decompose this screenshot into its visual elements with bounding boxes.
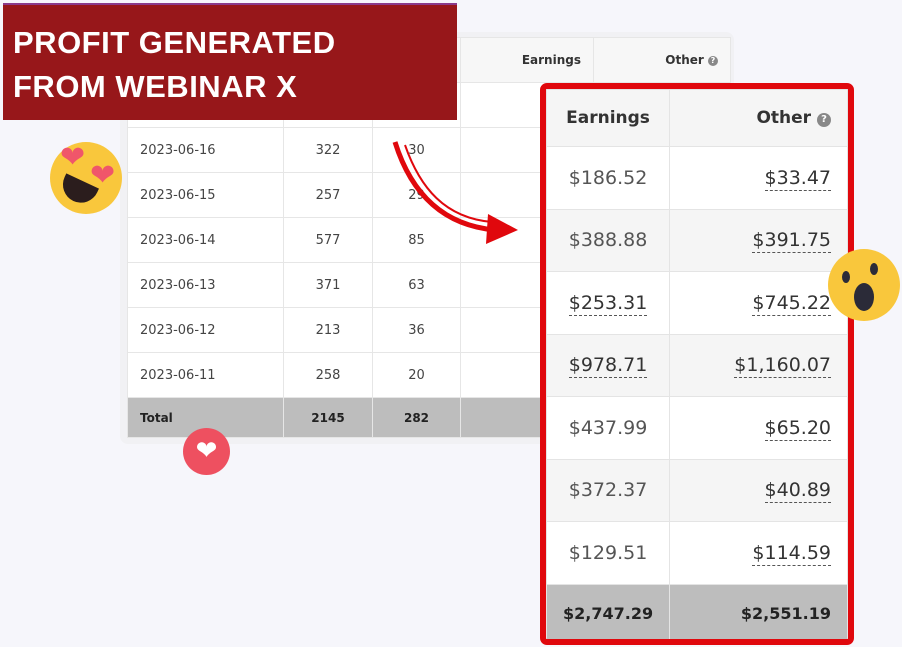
table-cell: 2023-06-11 — [127, 352, 284, 398]
total-other: $2,551.19 — [669, 583, 848, 639]
earnings-value[interactable]: $978.71 — [568, 354, 648, 379]
zoom-row: $388.88 $391.75 — [546, 208, 848, 272]
earnings-value: $388.88 — [568, 229, 648, 252]
earnings-cell: $978.71 — [546, 333, 671, 397]
earnings-cell: $129.51 — [546, 521, 671, 585]
zoom-col-earnings: Earnings — [546, 89, 671, 147]
table-cell: 258 — [283, 352, 373, 398]
zoom-row: $186.52 $33.47 — [546, 146, 848, 210]
other-cell: $114.59 — [669, 521, 848, 585]
zoom-total-row: $2,747.29 $2,551.19 — [546, 583, 848, 639]
zoom-row: $372.37 $40.89 — [546, 458, 848, 522]
col-other-label: Other — [665, 53, 704, 67]
earnings-cell: $437.99 — [546, 396, 671, 460]
table-cell: 2023-06-14 — [127, 217, 284, 263]
col-earnings: Earnings — [460, 37, 594, 83]
earnings-cell: $253.31 — [546, 271, 671, 335]
zoom-col-other: Other ? — [669, 89, 848, 147]
question-circle-icon[interactable]: ? — [708, 56, 718, 66]
question-circle-icon[interactable]: ? — [817, 113, 831, 127]
earnings-value: $437.99 — [568, 416, 648, 439]
earnings-zoom-table: Earnings Other ? $186.52 $33.47 $388.88 $39… — [546, 89, 848, 639]
total-cell: 2145 — [283, 397, 373, 438]
zoom-row: $437.99 $65.20 — [546, 396, 848, 460]
highlight-panel: Earnings Other ? $186.52 $33.47 $388.88 $39… — [540, 83, 854, 645]
other-value-link[interactable]: $745.22 — [752, 291, 831, 316]
earnings-cell: $388.88 — [546, 208, 671, 272]
other-value-link[interactable]: $65.20 — [764, 416, 831, 441]
table-cell: 371 — [283, 262, 373, 308]
earnings-value: $372.37 — [568, 479, 648, 502]
other-cell: $745.22 — [669, 271, 848, 335]
total-cell: 282 — [372, 397, 461, 438]
heart-eyes-emoji-icon: ❤ ❤ — [50, 140, 122, 214]
total-earnings: $2,747.29 — [546, 583, 671, 639]
earnings-value: $129.51 — [568, 541, 648, 564]
other-value-link[interactable]: $40.89 — [764, 479, 831, 504]
col-other: Other ? — [593, 37, 731, 83]
table-cell: 322 — [283, 127, 373, 173]
earnings-value: $186.52 — [568, 166, 648, 189]
banner-line-1: PROFIT GENERATED — [13, 25, 336, 60]
other-cell: $391.75 — [669, 208, 848, 272]
other-cell: $65.20 — [669, 396, 848, 460]
table-cell: 2023-06-12 — [127, 307, 284, 353]
table-cell: 2023-06-16 — [127, 127, 284, 173]
other-value-link[interactable]: $114.59 — [752, 541, 831, 566]
title-banner: PROFIT GENERATED FROM WEBINAR X — [3, 3, 457, 120]
earnings-cell: $372.37 — [546, 458, 671, 522]
table-cell: 36 — [372, 307, 461, 353]
table-cell: 577 — [283, 217, 373, 263]
zoom-col-other-label: Other — [756, 108, 812, 128]
heart-icon: ❤ — [183, 428, 230, 475]
other-value-link[interactable]: $391.75 — [752, 229, 831, 254]
other-value-link[interactable]: $1,160.07 — [734, 354, 831, 379]
other-value-link[interactable]: $33.47 — [764, 166, 831, 191]
surprised-emoji-icon — [828, 249, 900, 321]
table-cell: 257 — [283, 172, 373, 218]
table-cell: 20 — [372, 352, 461, 398]
table-cell: 2023-06-15 — [127, 172, 284, 218]
zoom-row: $978.71 $1,160.07 — [546, 333, 848, 397]
other-cell: $1,160.07 — [669, 333, 848, 397]
other-cell: $40.89 — [669, 458, 848, 522]
zoom-row: $129.51 $114.59 — [546, 521, 848, 585]
other-cell: $33.47 — [669, 146, 848, 210]
banner-line-2: FROM WEBINAR X — [13, 69, 298, 104]
table-cell: 213 — [283, 307, 373, 353]
curved-arrow-icon — [392, 141, 518, 244]
table-cell: 2023-06-13 — [127, 262, 284, 308]
table-cell: 63 — [372, 262, 461, 308]
zoom-row: $253.31 $745.22 — [546, 271, 848, 335]
earnings-cell: $186.52 — [546, 146, 671, 210]
earnings-value[interactable]: $253.31 — [568, 291, 648, 316]
